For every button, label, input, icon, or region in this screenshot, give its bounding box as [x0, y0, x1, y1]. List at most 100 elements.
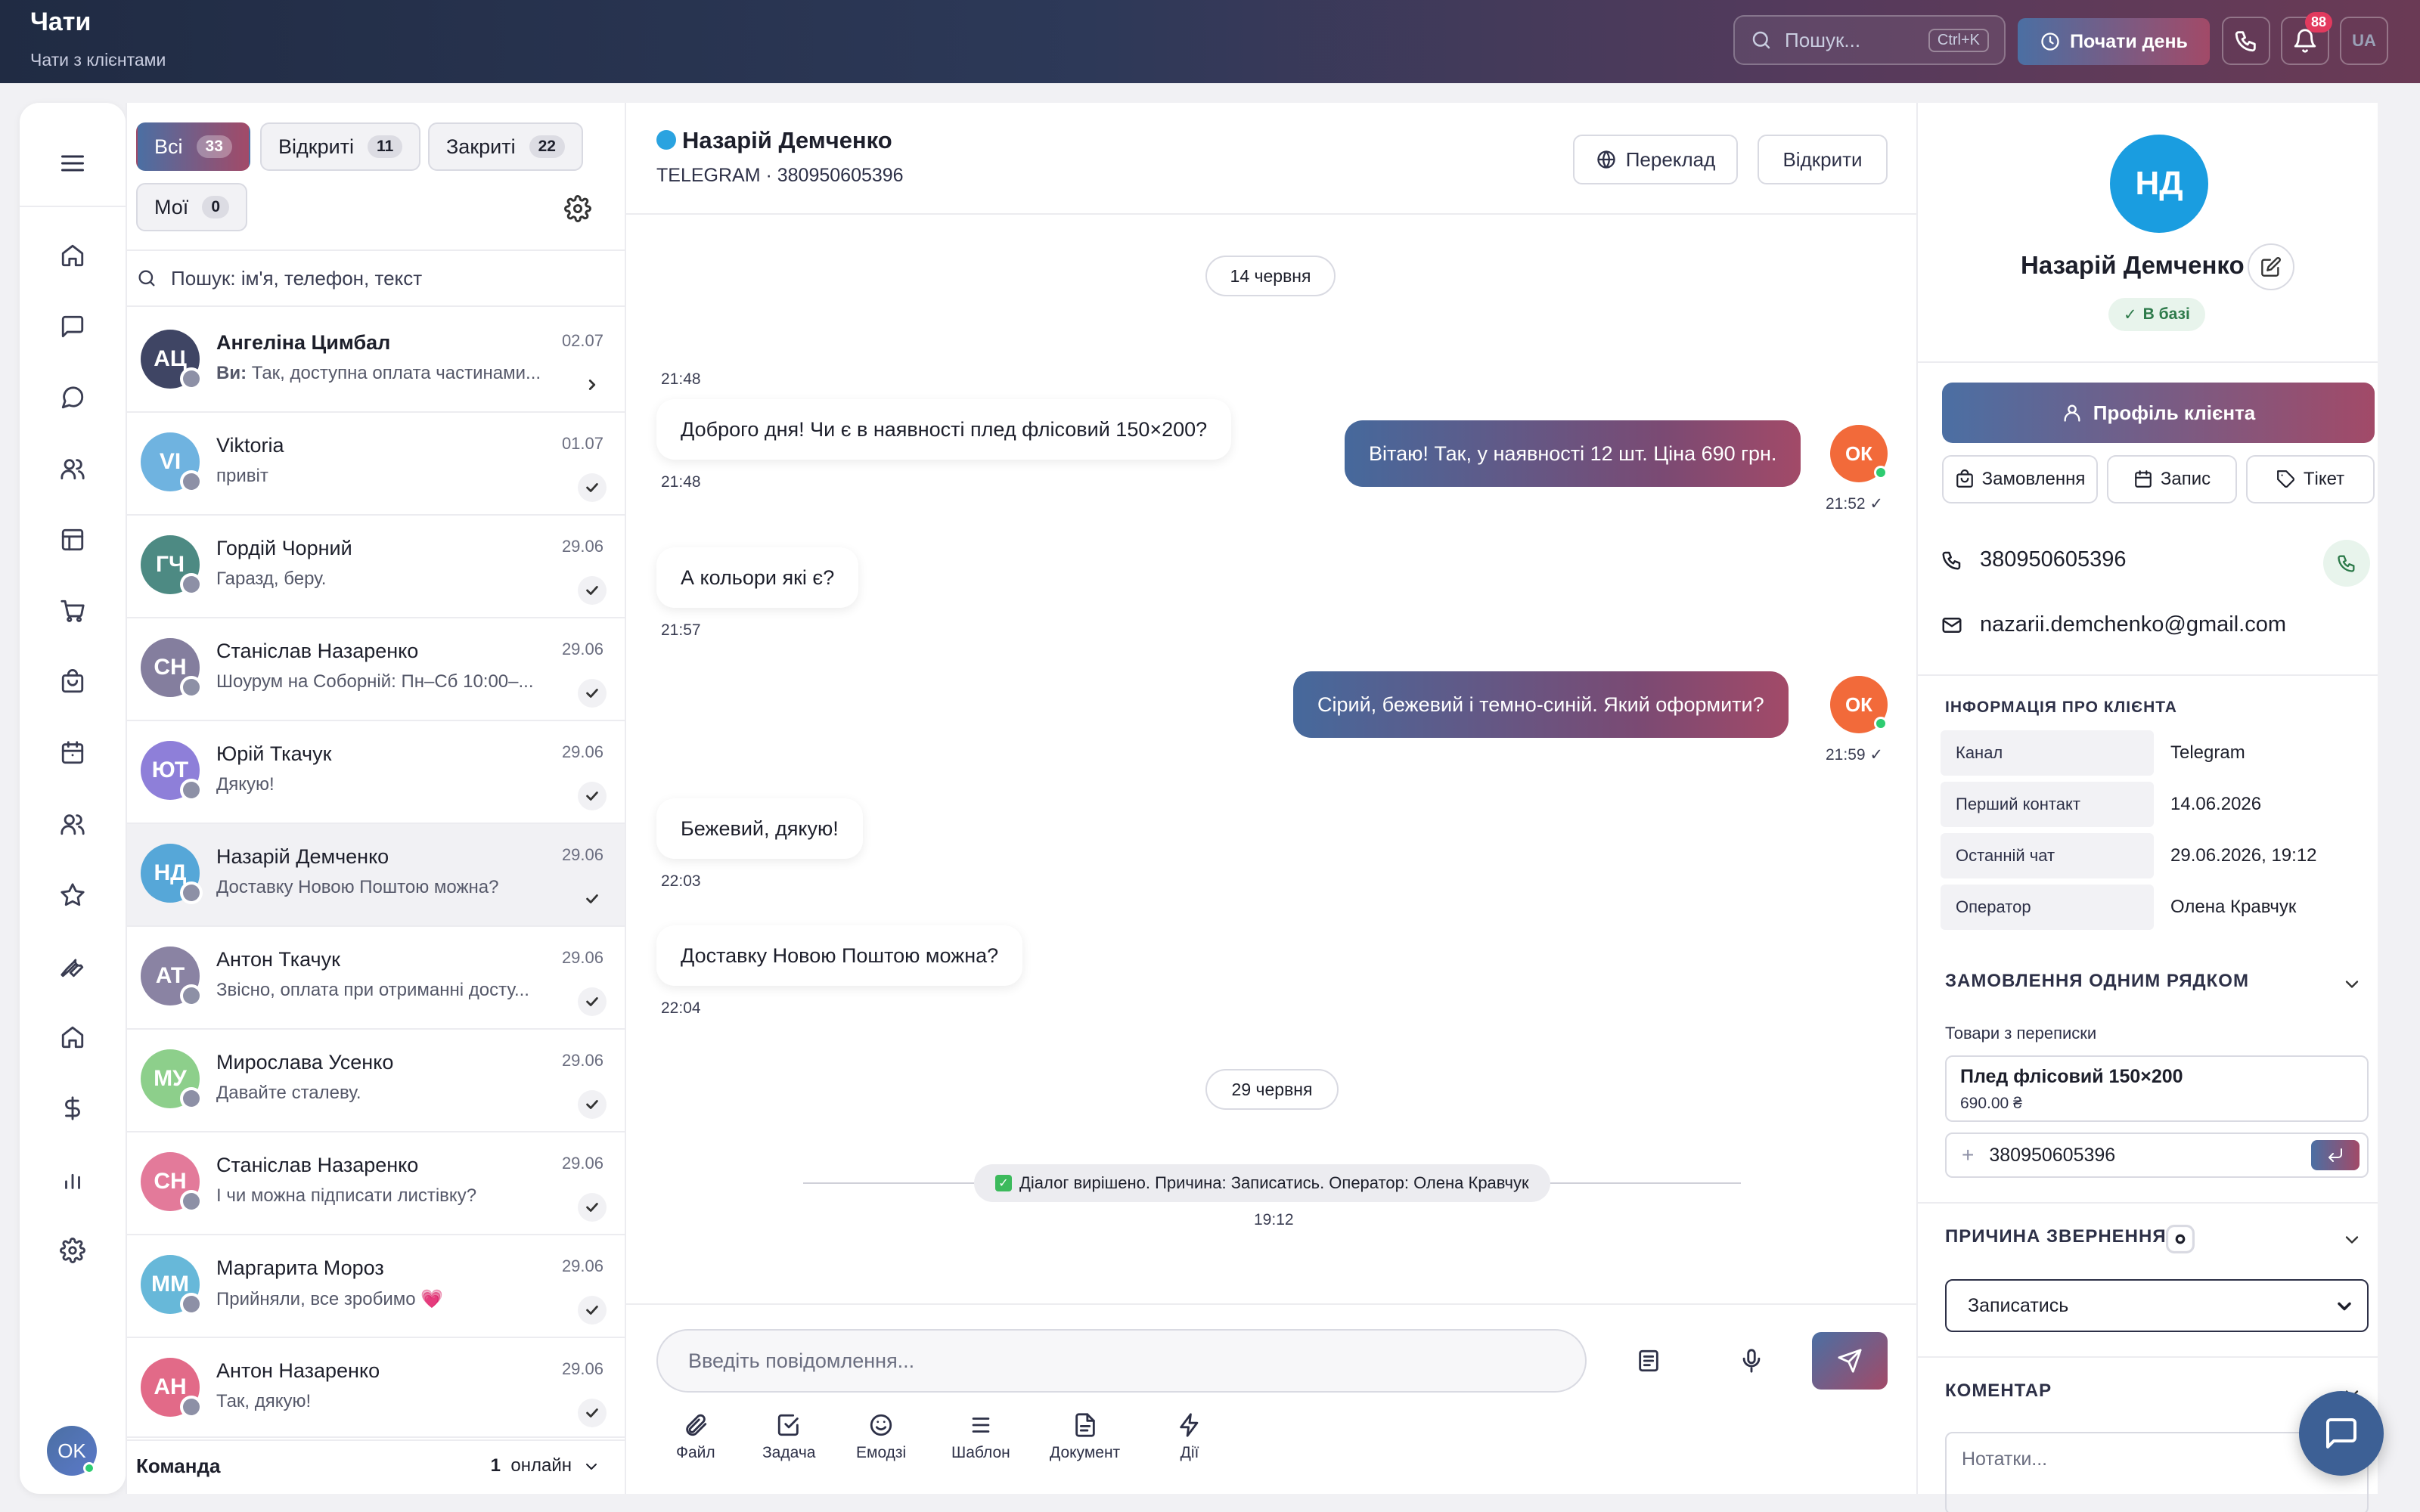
language-button[interactable]: UA — [2340, 17, 2388, 65]
chat-list-panel: Всі 33 Відкриті 11 Закриті 22 Мої 0 Пошу… — [126, 103, 626, 1494]
nav-analytics[interactable] — [54, 1161, 91, 1198]
contact-avatar: ММ — [141, 1255, 203, 1315]
team-bar[interactable]: Команда 1 онлайн — [127, 1436, 626, 1494]
filter-label: Відкриті — [278, 135, 355, 158]
chat-list-item[interactable]: СН Станіслав Назаренко І чи можна підписат… — [127, 1132, 626, 1235]
edit-client-button[interactable] — [2248, 243, 2294, 290]
nav-cart[interactable] — [54, 593, 91, 629]
nav-team[interactable] — [54, 806, 91, 842]
nav-clients[interactable] — [54, 451, 91, 487]
chat-date: 29.06 — [561, 948, 603, 967]
generic-channel-icon — [180, 984, 203, 1007]
microphone-icon — [1742, 1349, 1761, 1373]
nav-warehouse[interactable] — [54, 1019, 91, 1055]
global-search[interactable]: Пошук... Ctrl+K — [1733, 15, 2006, 65]
client-name: Назарій Демченко — [2021, 251, 2245, 279]
chat-list-item[interactable]: АЦ Ангеліна Цимбал Ви: Так, доступна оплат… — [127, 310, 626, 413]
panel-divider — [1918, 361, 2378, 363]
date-separator: 29 червня — [1205, 1069, 1339, 1110]
message-bubble: Доставку Новою Поштою можна? — [656, 925, 1023, 986]
contact-initials: ГЧ — [155, 552, 185, 577]
tool-actions[interactable]: Дії — [1177, 1412, 1202, 1462]
telegram-channel-icon — [180, 881, 203, 904]
search-shortcut: Ctrl+K — [1928, 28, 1989, 52]
chevron-right-icon — [578, 370, 607, 399]
filter-mine[interactable]: Мої 0 — [136, 183, 247, 231]
nav-finance[interactable] — [54, 1090, 91, 1126]
notes-button[interactable] — [1627, 1340, 1670, 1382]
chat-list-item[interactable]: СН Станіслав Назаренко Шоурум на Соборній:… — [127, 618, 626, 721]
list-settings-button[interactable] — [560, 191, 596, 227]
call-button[interactable] — [2323, 540, 2370, 587]
filter-label: Закриті — [446, 135, 516, 158]
open-button[interactable]: Відкрити — [1758, 135, 1888, 184]
ticket-button[interactable]: Тікет — [2246, 455, 2375, 503]
message-input[interactable]: Введіть повідомлення... — [656, 1329, 1587, 1393]
ticket-label: Тікет — [2303, 469, 2345, 489]
tool-file[interactable]: Файл — [676, 1412, 715, 1462]
check-icon — [578, 1193, 607, 1222]
nav-favorites[interactable] — [54, 877, 91, 913]
client-profile-button[interactable]: Профіль клієнта — [1942, 383, 2375, 443]
system-message-text: Діалог вирішено. Причина: Записатись. Оп… — [1019, 1173, 1529, 1192]
start-day-button[interactable]: Почати день — [2018, 18, 2210, 65]
hamburger-icon — [61, 155, 84, 172]
chevron-down-icon[interactable] — [2341, 974, 2363, 995]
chat-list-item[interactable]: ГЧ Гордій Чорний Гаразд, беру. 29.06 — [127, 516, 626, 618]
nav-calendar[interactable] — [54, 735, 91, 771]
enter-button[interactable] — [2311, 1140, 2360, 1170]
voice-button[interactable] — [1730, 1340, 1773, 1382]
contact-avatar: ЮТ — [141, 741, 203, 801]
menu-button[interactable] — [50, 141, 95, 186]
chevron-down-icon[interactable] — [2341, 1229, 2363, 1250]
filter-open[interactable]: Відкриті 11 — [260, 122, 421, 171]
message-bubble: Доброго дня! Чи є в наявності плед флісо… — [656, 399, 1232, 460]
chat-header: Назарій Демченко TELEGRAM · 380950605396… — [626, 103, 1916, 215]
appointment-button[interactable]: Запис — [2107, 455, 2237, 503]
gear-icon[interactable] — [2166, 1225, 2195, 1253]
tool-label: Задача — [762, 1444, 816, 1461]
tool-emoji[interactable]: Емодзі — [856, 1412, 906, 1462]
filter-count: 33 — [196, 135, 232, 158]
quick-order-title[interactable]: ЗАМОВЛЕННЯ ОДНИМ РЯДКОМ — [1945, 971, 2249, 992]
chat-list-item[interactable]: АТ Антон Ткачук Звісно, оплата при отриман… — [127, 927, 626, 1030]
nav-chats[interactable] — [54, 380, 91, 416]
reason-select[interactable]: Записатись — [1945, 1279, 2369, 1332]
chat-list-item[interactable]: ММ Маргарита Мороз Прийняли, все зробимо 💗… — [127, 1235, 626, 1338]
appointment-label: Запис — [2160, 469, 2211, 489]
filter-closed[interactable]: Закриті 22 — [428, 122, 583, 171]
tool-document[interactable]: Документ — [1050, 1412, 1120, 1462]
message-square-icon — [2326, 1418, 2356, 1448]
phone-button[interactable] — [2222, 17, 2270, 65]
contact-name: Мирослава Усенко — [216, 1051, 394, 1074]
send-button[interactable] — [1812, 1332, 1888, 1390]
chat-list-item[interactable]: ЮТ Юрій Ткачук Дякую! 29.06 — [127, 721, 626, 824]
nav-boards[interactable] — [54, 522, 91, 558]
goods-item[interactable]: Плед флісовий 150×200 690.00 ₴ — [1945, 1055, 2369, 1122]
nav-tools[interactable] — [54, 948, 91, 984]
nav-orders[interactable] — [54, 664, 91, 700]
message-bubble: Бежевий, дякую! — [656, 798, 863, 859]
support-chat-button[interactable] — [2299, 1391, 2384, 1476]
chat-list-item[interactable]: VI Viktoria привіт 01.07 — [127, 413, 626, 516]
translate-button[interactable]: Переклад — [1573, 135, 1738, 184]
document-icon — [1075, 1413, 1095, 1437]
tool-template[interactable]: Шаблон — [951, 1412, 1010, 1462]
nav-settings[interactable] — [54, 1232, 91, 1269]
chat-list-item[interactable]: НД Назарій Демченко Доставку Новою Поштою … — [127, 824, 626, 927]
tool-task[interactable]: Задача — [762, 1412, 815, 1462]
order-button[interactable]: Замовлення — [1942, 455, 2098, 503]
chat-list-item[interactable]: АН Антон Назаренко Так, дякую! 29.06 — [127, 1338, 626, 1441]
translate-label: Переклад — [1625, 147, 1716, 171]
notifications-button[interactable]: 88 — [2281, 12, 2332, 65]
order-phone-input[interactable]: + 380950605396 — [1945, 1132, 2369, 1178]
contact-initials: ММ — [151, 1272, 189, 1297]
chat-list-item[interactable]: МУ Мирослава Усенко Давайте сталеву. 29.06 — [127, 1030, 626, 1132]
nav-messages[interactable] — [54, 308, 91, 345]
nav-home[interactable] — [54, 237, 91, 274]
user-avatar[interactable]: OK — [47, 1426, 97, 1476]
telegram-channel-icon — [180, 1293, 203, 1315]
sender-prefix: Ви: — [216, 363, 252, 383]
chat-search-input[interactable]: Пошук: ім'я, телефон, текст — [127, 249, 626, 307]
filter-all[interactable]: Всі 33 — [136, 122, 250, 171]
